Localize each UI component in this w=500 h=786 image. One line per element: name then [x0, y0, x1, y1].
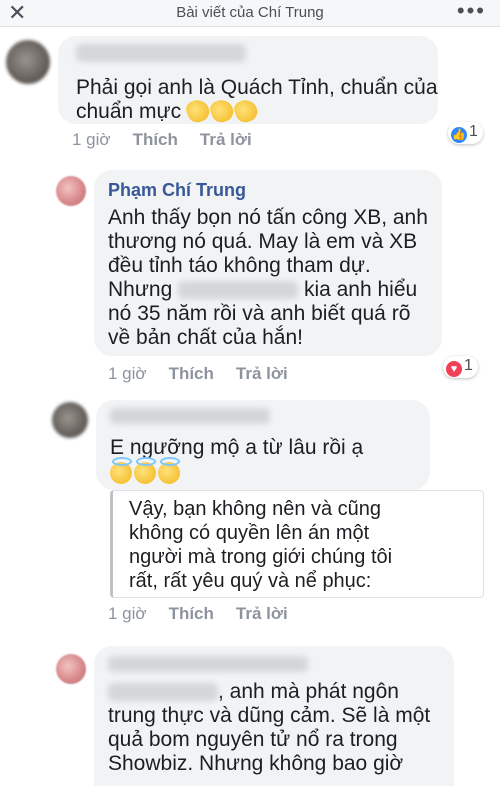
reply-link[interactable]: Trả lời [200, 130, 252, 149]
avatar[interactable] [6, 40, 50, 84]
page-title: Bài viết của Chí Trung [176, 4, 324, 21]
blurred-name [178, 281, 299, 300]
like-link[interactable]: Thích [133, 130, 178, 149]
reaction-count[interactable]: 👍 1 [448, 122, 483, 144]
smiling-face-with-halo-icon [158, 457, 180, 484]
clapping-hands-icon [183, 96, 213, 126]
comment-time: 1 giờ [108, 364, 147, 383]
comment-actions: 1 giờ Thích Trả lời [72, 130, 274, 150]
clapping-hands-icon [231, 96, 261, 126]
more-options-icon[interactable]: ••• [457, 0, 486, 24]
comment-time: 1 giờ [108, 604, 147, 623]
comment-bubble: Phạm Chí Trung Anh thấy bọn nó tấn công … [94, 170, 442, 356]
smiling-face-with-halo-icon [110, 457, 132, 484]
comment-text: E ngưỡng mộ a từ lâu rồi ạ [110, 436, 363, 486]
quoted-text: Vậy, bạn không nên và cũng không có quyề… [129, 498, 393, 592]
comment-text: , anh mà phát ngôn trung thực và dũng cả… [108, 680, 431, 775]
reply-link[interactable]: Trả lời [236, 364, 288, 383]
clapping-hands-icon [207, 96, 237, 126]
like-link[interactable]: Thích [169, 364, 214, 383]
love-reaction-icon: ♥ [446, 361, 462, 377]
comment-actions: 1 giờ Thích Trả lời [108, 604, 310, 624]
blurred-author-name [76, 44, 246, 62]
comment-text: Phải gọi anh là Quách Tỉnh, chuẩn của ch… [76, 76, 438, 126]
top-bar: ✕ Bài viết của Chí Trung ••• [0, 0, 500, 27]
reaction-count[interactable]: ♥ 1 [443, 356, 478, 378]
comment-bubble: E ngưỡng mộ a từ lâu rồi ạ [96, 400, 430, 490]
blurred-name [108, 683, 218, 702]
comment-text: Anh thấy bọn nó tấn công XB, anh thương … [108, 206, 428, 349]
comment-author[interactable]: Phạm Chí Trung [108, 180, 246, 201]
comment-time: 1 giờ [72, 130, 111, 149]
comment-bubble: , anh mà phát ngôn trung thực và dũng cả… [94, 646, 454, 786]
like-link[interactable]: Thích [169, 604, 214, 623]
like-reaction-icon: 👍 [451, 127, 467, 143]
smiling-face-with-halo-icon [134, 457, 156, 484]
blurred-author-name [108, 656, 308, 672]
comment-bubble: Phải gọi anh là Quách Tỉnh, chuẩn của ch… [58, 36, 438, 126]
avatar[interactable] [56, 654, 86, 684]
avatar[interactable] [52, 402, 88, 438]
quoted-text-box: Vậy, bạn không nên và cũng không có quyề… [110, 490, 484, 598]
blurred-author-name [110, 408, 270, 424]
avatar[interactable] [56, 176, 86, 206]
reply-link[interactable]: Trả lời [236, 604, 288, 623]
comment-actions: 1 giờ Thích Trả lời [108, 364, 310, 384]
